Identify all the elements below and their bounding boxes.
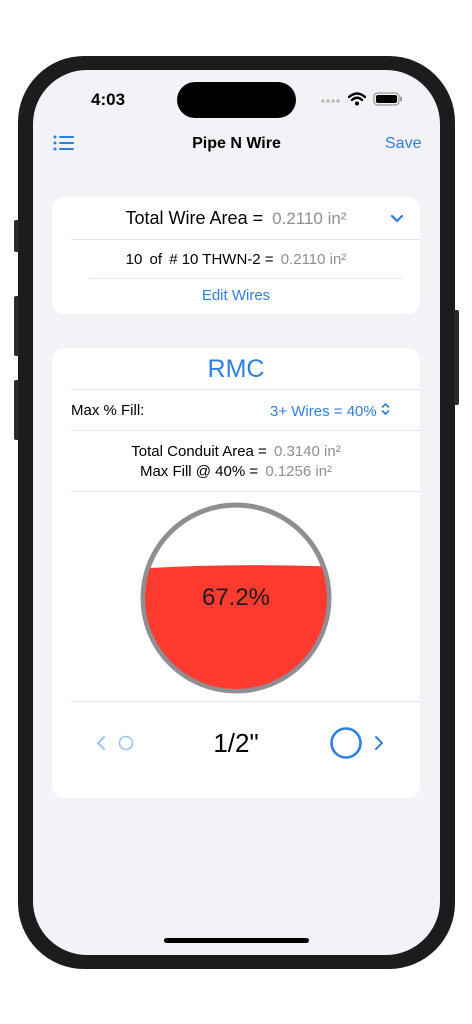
conduit-type-title[interactable]: RMC [52, 355, 420, 384]
total-wire-area-row[interactable]: Total Wire Area = 0.2110 in² [52, 208, 420, 229]
dynamic-island [177, 82, 296, 118]
volume-down-button [14, 380, 19, 440]
home-indicator [164, 938, 309, 943]
wire-area-value: 0.2110 in² [280, 251, 347, 268]
conduit-size-label: 1/2" [213, 728, 259, 758]
max-fill-area-value: 0.1256 in² [265, 463, 333, 480]
total-conduit-area-label: Total Conduit Area = [131, 443, 267, 460]
conduit-size-stepper: 1/2" [52, 723, 420, 763]
total-conduit-area-row: Total Conduit Area = 0.3140 in² [52, 443, 420, 460]
total-wire-area-value: 0.2110 in² [272, 209, 347, 228]
wifi-icon [347, 92, 367, 111]
battery-icon [373, 92, 403, 111]
divider [71, 389, 420, 390]
wire-count: 10 [125, 251, 143, 268]
screen: 4:03 Pipe N Wire Save Total Wire Area = … [33, 70, 440, 955]
chevron-up-down-icon [381, 402, 390, 420]
max-fill-label: Max % Fill: [71, 402, 145, 419]
divider [89, 278, 402, 279]
volume-up-button [14, 296, 19, 356]
fill-percent-label: 67.2% [201, 584, 271, 611]
save-button[interactable]: Save [385, 135, 421, 153]
page-title: Pipe N Wire [192, 135, 281, 152]
chevron-down-icon[interactable] [390, 211, 404, 229]
wire-description: # 10 THWN-2 = [169, 251, 274, 268]
status-icons [321, 92, 403, 111]
max-fill-area-label: Max Fill @ 40% = [139, 463, 259, 480]
next-size-chevron-icon[interactable] [374, 735, 384, 756]
power-button [454, 310, 459, 405]
max-fill-value: 3+ Wires = 40% [270, 402, 377, 420]
max-fill-picker[interactable]: 3+ Wires = 40% [270, 402, 390, 420]
edit-wires-button[interactable]: Edit Wires [52, 287, 420, 304]
status-time: 4:03 [91, 90, 126, 109]
divider [71, 239, 420, 240]
larger-size-circle-icon[interactable] [329, 726, 363, 765]
max-fill-area-row: Max Fill @ 40% = 0.1256 in² [52, 463, 420, 480]
divider [71, 701, 420, 702]
total-conduit-area-value: 0.3140 in² [273, 443, 341, 460]
fill-gauge: 67.2% [138, 500, 334, 696]
cellular-signal-icon [321, 93, 341, 111]
action-button [14, 220, 19, 252]
wire-area-card: Total Wire Area = 0.2110 in² 10 of # 10 … [52, 197, 420, 314]
divider [71, 491, 420, 492]
wire-entry-row: 10 of # 10 THWN-2 = 0.2110 in² [52, 251, 420, 268]
of-label: of [149, 251, 163, 268]
divider [71, 430, 420, 431]
conduit-card: RMC Max % Fill: 3+ Wires = 40% Total Con… [52, 348, 420, 798]
total-wire-area-label: Total Wire Area = [125, 208, 264, 228]
